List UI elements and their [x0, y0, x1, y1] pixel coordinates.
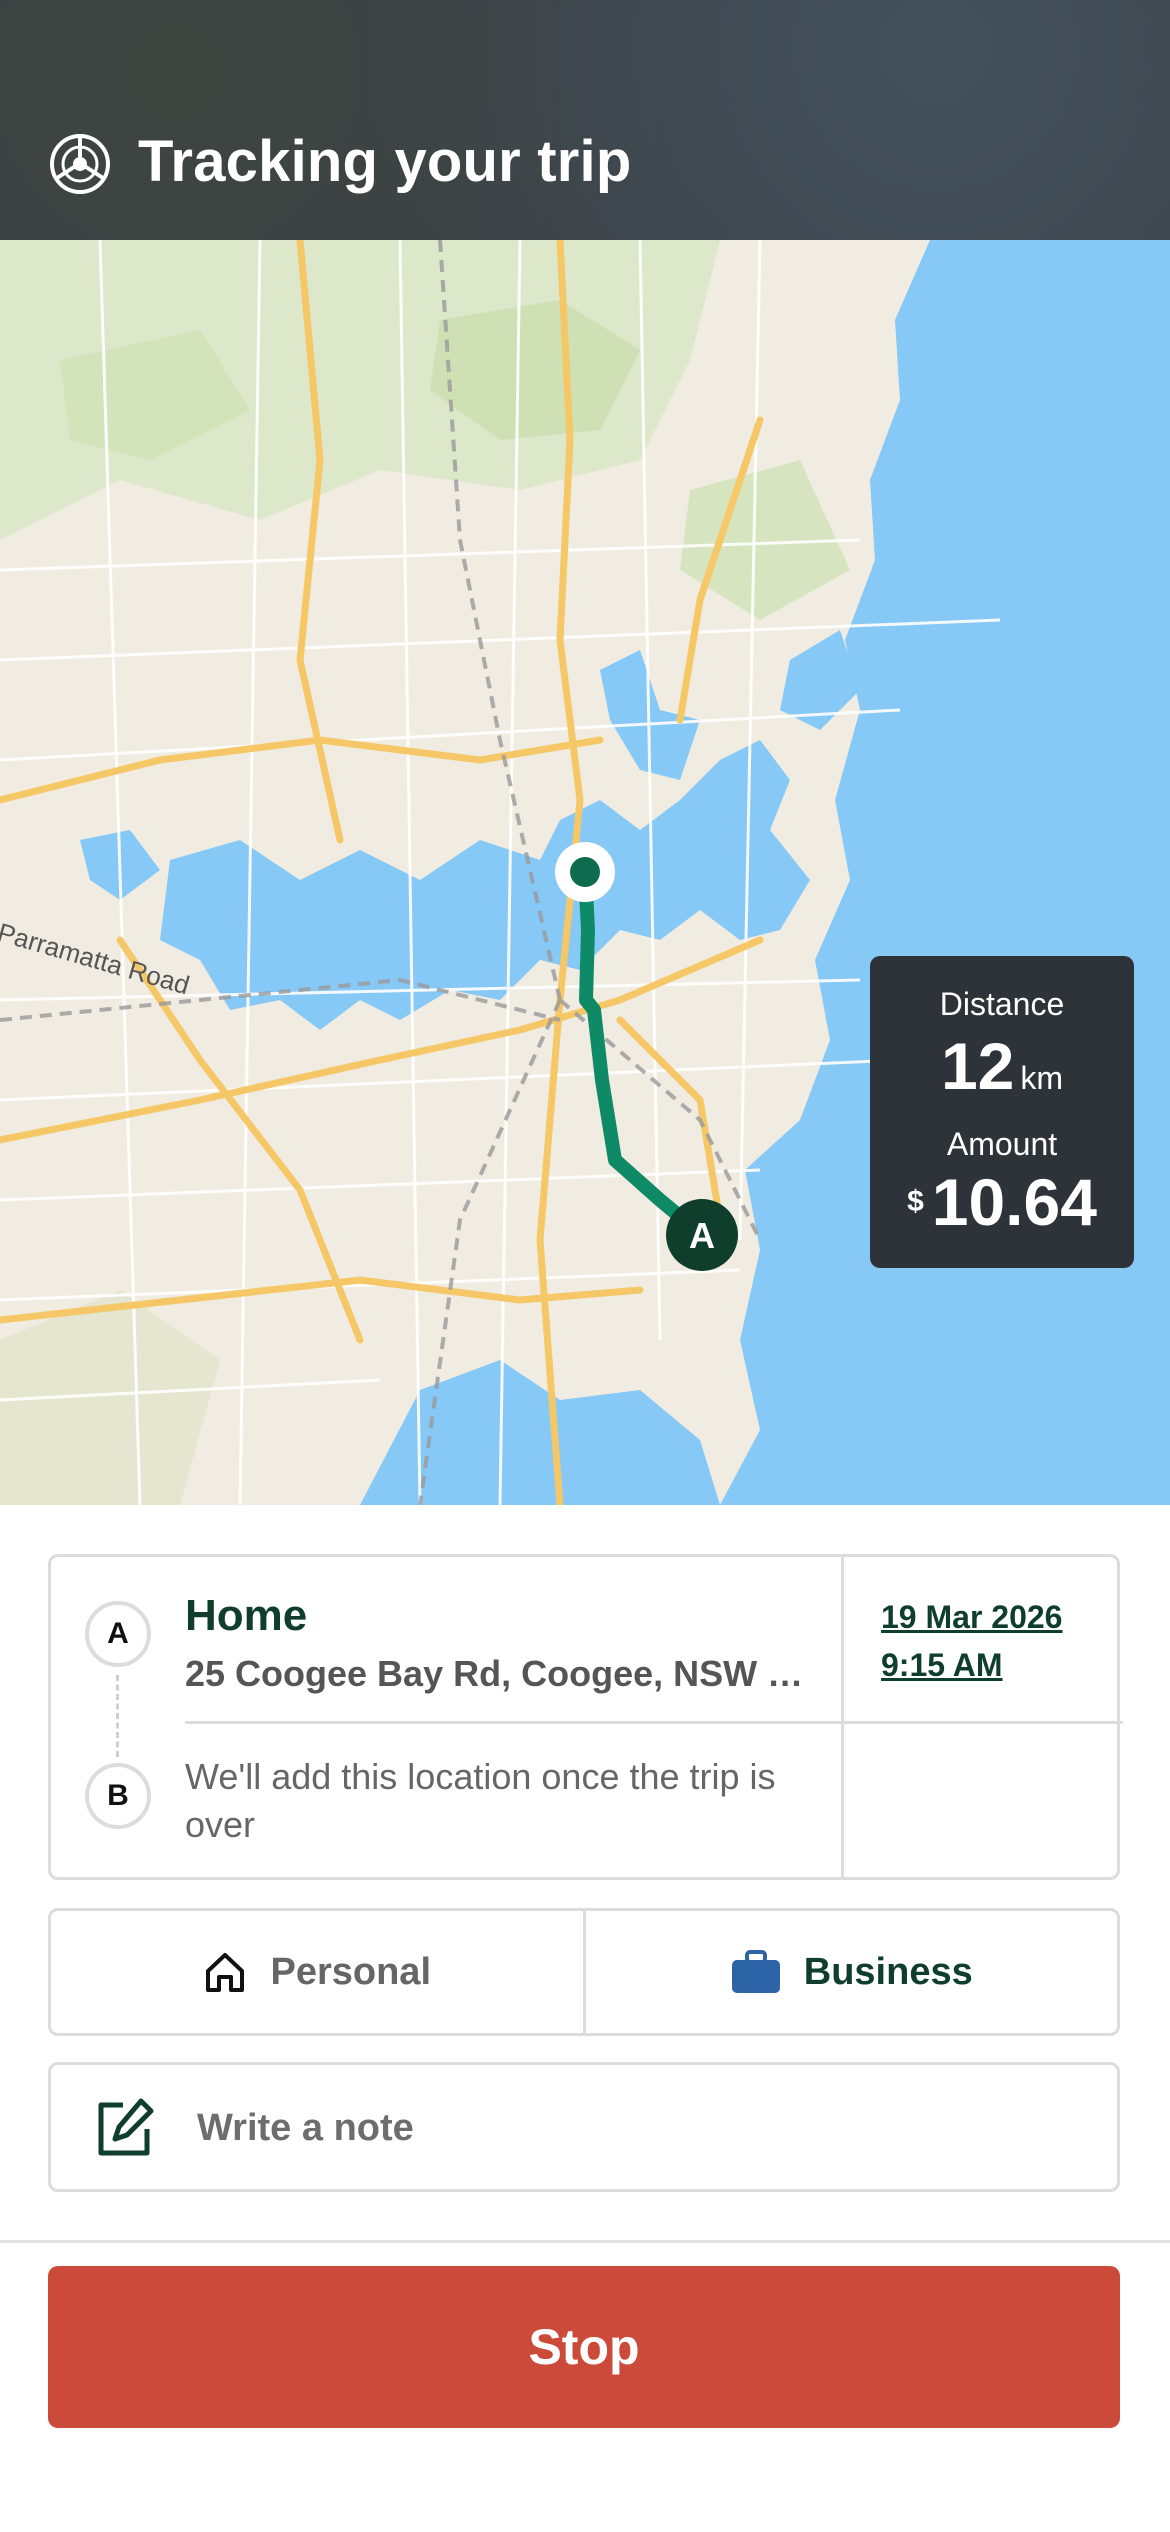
start-pin: A	[85, 1601, 151, 1667]
home-icon	[206, 1953, 245, 1992]
personal-option[interactable]: Personal	[51, 1911, 586, 2033]
business-label: Business	[803, 1950, 973, 1993]
current-location-marker	[555, 842, 615, 902]
map-canvas[interactable]: Parramatta Road A	[0, 240, 1170, 1505]
distance-label: Distance	[939, 986, 1065, 1022]
trip-type-toggle: Personal Business	[48, 1908, 1120, 2036]
personal-label: Personal	[270, 1950, 432, 1993]
end-pin: B	[85, 1763, 151, 1829]
divider	[841, 1557, 844, 1877]
business-option[interactable]: Business	[586, 1911, 1118, 2033]
distance-value: 12	[940, 1029, 1015, 1103]
divider	[0, 2240, 1170, 2243]
briefcase-icon	[731, 1950, 780, 1993]
amount-label: Amount	[946, 1126, 1058, 1162]
pin-connector	[116, 1675, 119, 1757]
distance-readout: 12 km	[870, 1028, 1134, 1104]
start-location-address[interactable]: 25 Coogee Bay Rd, Coogee, NSW 2...	[185, 1653, 815, 1695]
start-date-link[interactable]: 19 Mar 2026	[881, 1599, 1062, 1636]
start-marker: A	[666, 1199, 738, 1271]
edit-note-icon	[98, 2098, 154, 2156]
start-location-name[interactable]: Home	[185, 1591, 307, 1641]
currency-symbol: $	[907, 1185, 924, 1218]
amount-value: 10.64	[931, 1165, 1097, 1239]
divider	[185, 1721, 1123, 1724]
distance-unit: km	[1020, 1060, 1064, 1096]
steering-wheel-icon	[50, 134, 110, 194]
trip-locations-card: A B Home 25 Coogee Bay Rd, Coogee, NSW 2…	[48, 1554, 1123, 1880]
amount-readout: $10.64	[870, 1164, 1134, 1240]
note-placeholder: Write a note	[197, 2107, 414, 2149]
header: Tracking your trip	[0, 0, 1170, 240]
trip-map[interactable]: Parramatta Road A Distance 12 km Amount $…	[0, 240, 1170, 1505]
stop-button[interactable]: Stop	[48, 2266, 1120, 2428]
start-time-link[interactable]: 9:15 AM	[881, 1647, 1003, 1684]
end-location-pending-text: We'll add this location once the trip is…	[185, 1756, 776, 1845]
page-title: Tracking your trip	[138, 129, 632, 194]
trip-stats-panel: Distance 12 km Amount $10.64	[870, 956, 1134, 1268]
note-field[interactable]: Write a note	[48, 2062, 1120, 2192]
start-marker-label: A	[689, 1215, 715, 1256]
header-map-overlay	[0, 0, 1170, 240]
